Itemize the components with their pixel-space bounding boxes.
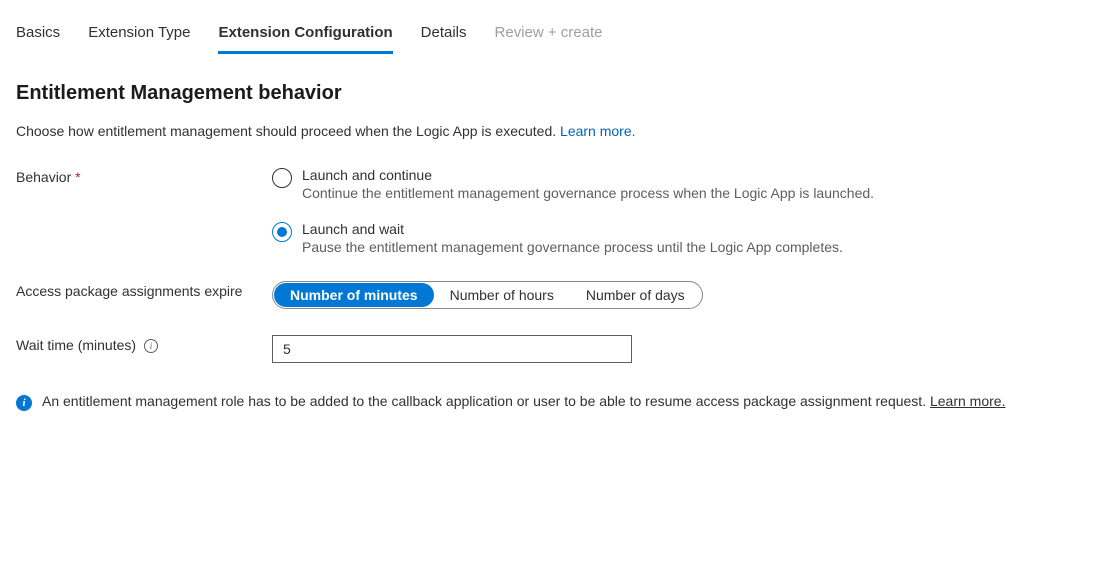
pill-days[interactable]: Number of days	[570, 283, 701, 307]
info-banner: i An entitlement management role has to …	[16, 393, 1084, 411]
pill-minutes[interactable]: Number of minutes	[274, 283, 434, 307]
radio-launch-continue-title: Launch and continue	[302, 167, 874, 183]
info-banner-icon: i	[16, 395, 32, 411]
section-description-text: Choose how entitlement management should…	[16, 123, 560, 139]
radio-launch-continue-desc: Continue the entitlement management gove…	[302, 185, 874, 201]
wait-time-label: Wait time (minutes) i	[16, 335, 272, 353]
info-icon[interactable]: i	[144, 339, 158, 353]
radio-launch-wait-desc: Pause the entitlement management governa…	[302, 239, 843, 255]
tab-details[interactable]: Details	[421, 24, 467, 54]
info-banner-text: An entitlement management role has to be…	[42, 393, 930, 409]
tab-extension-type[interactable]: Extension Type	[88, 24, 190, 54]
expire-label: Access package assignments expire	[16, 281, 272, 299]
wait-time-input[interactable]	[272, 335, 632, 363]
tab-extension-configuration[interactable]: Extension Configuration	[218, 24, 392, 54]
radio-launch-continue[interactable]	[272, 168, 292, 188]
wizard-tabs: Basics Extension Type Extension Configur…	[16, 24, 1084, 54]
radio-option-launch-wait[interactable]: Launch and wait Pause the entitlement ma…	[272, 221, 1084, 255]
tab-basics[interactable]: Basics	[16, 24, 60, 54]
wait-time-label-text: Wait time (minutes)	[16, 337, 140, 353]
behavior-radio-group: Launch and continue Continue the entitle…	[272, 167, 1084, 255]
radio-option-launch-continue[interactable]: Launch and continue Continue the entitle…	[272, 167, 1084, 201]
behavior-label-text: Behavior	[16, 169, 75, 185]
info-banner-learn-more-link[interactable]: Learn more.	[930, 393, 1005, 409]
tab-review-create: Review + create	[495, 24, 603, 54]
expire-pill-group: Number of minutes Number of hours Number…	[272, 281, 703, 309]
section-title: Entitlement Management behavior	[16, 82, 1084, 105]
radio-launch-wait[interactable]	[272, 222, 292, 242]
learn-more-link[interactable]: Learn more.	[560, 123, 635, 139]
behavior-label: Behavior *	[16, 167, 272, 185]
required-marker: *	[75, 169, 80, 185]
section-description: Choose how entitlement management should…	[16, 123, 1084, 139]
pill-hours[interactable]: Number of hours	[434, 283, 570, 307]
radio-launch-wait-title: Launch and wait	[302, 221, 843, 237]
